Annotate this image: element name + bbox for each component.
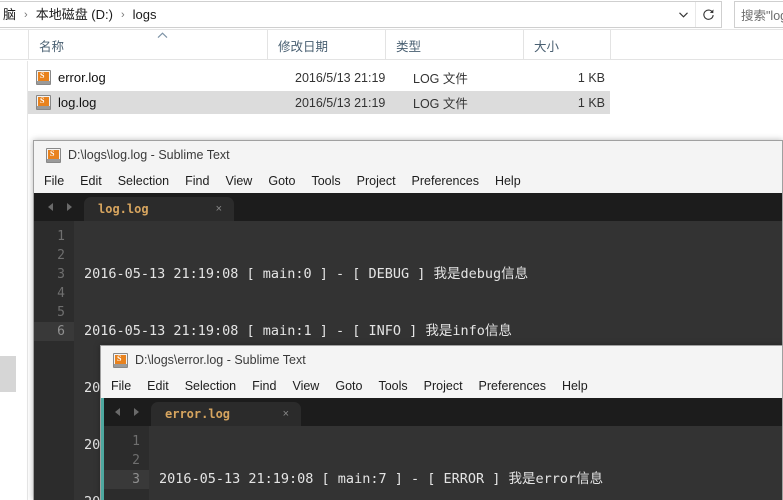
menu-item-selection[interactable]: Selection [118, 174, 169, 188]
menu-item-edit[interactable]: Edit [80, 174, 102, 188]
column-header-filler [610, 30, 783, 60]
refresh-icon[interactable] [695, 2, 721, 27]
file-name-cell[interactable]: S log.log [36, 95, 96, 110]
menu-bar: File Edit Selection Find View Goto Tools… [101, 374, 782, 398]
window-accent-edge [101, 426, 104, 500]
table-row[interactable]: S error.log 2016/5/13 21:19 LOG 文件 1 KB [28, 66, 610, 89]
tab-next-icon[interactable] [64, 202, 74, 213]
tab-nav-arrows [34, 202, 84, 221]
tab-log-log[interactable]: log.log × [84, 197, 234, 221]
tab-prev-icon[interactable] [46, 202, 56, 213]
menu-item-preferences[interactable]: Preferences [479, 379, 546, 393]
line-number: 2 [57, 248, 65, 263]
file-size-cell: 1 KB [577, 70, 605, 85]
menu-item-tools[interactable]: Tools [378, 379, 407, 393]
window-title-text: D:\logs\log.log - Sublime Text [68, 148, 230, 162]
navigation-pane-scrollbar[interactable] [0, 61, 16, 500]
code-line: 2016-05-13 21:19:08 [ main:0 ] - [ DEBUG… [84, 266, 529, 282]
menu-item-view[interactable]: View [225, 174, 252, 188]
file-date-cell: 2016/5/13 21:19 [295, 70, 386, 85]
menu-item-file[interactable]: File [44, 174, 64, 188]
line-number-gutter: 1 2 3 4 5 6 [34, 221, 74, 500]
close-icon[interactable]: × [216, 203, 222, 215]
menu-item-find[interactable]: Find [252, 379, 276, 393]
menu-item-tools[interactable]: Tools [311, 174, 340, 188]
menu-item-view[interactable]: View [292, 379, 319, 393]
window-title-bar[interactable]: S D:\logs\log.log - Sublime Text [34, 141, 782, 169]
menu-item-preferences[interactable]: Preferences [412, 174, 479, 188]
tab-prev-icon[interactable] [113, 407, 123, 418]
explorer-pane-divider [27, 61, 28, 500]
line-number: 1 [57, 229, 65, 244]
menu-item-project[interactable]: Project [424, 379, 463, 393]
scrollbar-thumb[interactable] [0, 356, 16, 392]
file-type-cell: LOG 文件 [413, 97, 468, 111]
menu-item-find[interactable]: Find [185, 174, 209, 188]
explorer-address-bar: 脑 › 本地磁盘 (D:) › logs 搜索"log [0, 0, 783, 30]
search-placeholder: 搜索"log [741, 9, 783, 23]
sublime-app-icon: S [46, 147, 61, 163]
code-editor[interactable]: 1 2 3 2016-05-13 21:19:08 [ main:7 ] - [… [101, 426, 782, 500]
address-breadcrumb-box[interactable]: 脑 › 本地磁盘 (D:) › logs [0, 1, 722, 28]
line-number: 3 [57, 267, 65, 282]
code-line: 2016-05-13 21:19:08 [ main:7 ] - [ ERROR… [159, 471, 604, 487]
screen-root: 脑 › 本地磁盘 (D:) › logs 搜索"log 名称 修改日期 类型 大… [0, 0, 783, 500]
menu-item-file[interactable]: File [111, 379, 131, 393]
window-title-text: D:\logs\error.log - Sublime Text [135, 353, 306, 367]
breadcrumb-item-logs[interactable]: logs [130, 4, 160, 26]
file-type-cell: LOG 文件 [413, 72, 468, 86]
line-number-gutter: 1 2 3 [101, 426, 149, 500]
tab-error-log[interactable]: error.log × [151, 402, 301, 426]
line-number: 2 [132, 453, 140, 468]
table-row[interactable]: S log.log 2016/5/13 21:19 LOG 文件 1 KB [28, 91, 610, 114]
breadcrumb-item-clipped[interactable]: 脑 [0, 4, 19, 26]
code-content[interactable]: 2016-05-13 21:19:08 [ main:7 ] - [ ERROR… [149, 426, 782, 500]
column-header-name[interactable]: 名称 [28, 30, 267, 60]
line-number: 1 [132, 434, 140, 449]
column-header-size[interactable]: 大小 [523, 30, 610, 60]
tab-label: log.log [98, 202, 149, 216]
tab-bar: error.log × [101, 398, 782, 426]
tab-nav-arrows [101, 407, 151, 426]
menu-item-goto[interactable]: Goto [335, 379, 362, 393]
file-size-cell: 1 KB [577, 95, 605, 110]
close-icon[interactable]: × [283, 408, 289, 420]
tab-next-icon[interactable] [131, 407, 141, 418]
menu-item-help[interactable]: Help [495, 174, 521, 188]
menu-item-selection[interactable]: Selection [185, 379, 236, 393]
line-number: 4 [57, 286, 65, 301]
window-title-bar[interactable]: S D:\logs\error.log - Sublime Text [101, 346, 782, 374]
window-accent-edge [101, 398, 104, 426]
menu-item-edit[interactable]: Edit [147, 379, 169, 393]
sublime-app-icon: S [113, 352, 128, 368]
file-name-label: log.log [58, 95, 97, 110]
file-date-cell: 2016/5/13 21:19 [295, 95, 386, 110]
breadcrumb: 脑 › 本地磁盘 (D:) › logs [0, 2, 671, 27]
line-number: 3 [101, 470, 149, 489]
sublime-window-error[interactable]: S D:\logs\error.log - Sublime Text File … [100, 345, 783, 500]
column-header-type[interactable]: 类型 [385, 30, 523, 60]
line-number: 5 [57, 305, 65, 320]
breadcrumb-item-drive[interactable]: 本地磁盘 (D:) [33, 4, 116, 26]
file-name-cell[interactable]: S error.log [36, 70, 106, 85]
file-name-label: error.log [58, 70, 106, 85]
code-line: 2016-05-13 21:19:08 [ main:1 ] - [ INFO … [84, 323, 512, 339]
breadcrumb-separator-1: › [24, 8, 28, 21]
log-file-icon: S [36, 70, 51, 85]
chevron-down-icon[interactable] [671, 2, 695, 27]
sort-ascending-icon [157, 32, 168, 40]
menu-item-goto[interactable]: Goto [268, 174, 295, 188]
log-file-icon: S [36, 95, 51, 110]
menu-item-project[interactable]: Project [357, 174, 396, 188]
breadcrumb-separator-2: › [120, 8, 125, 21]
tab-label: error.log [165, 407, 231, 421]
column-header-date[interactable]: 修改日期 [267, 30, 385, 60]
menu-item-help[interactable]: Help [562, 379, 588, 393]
menu-bar: File Edit Selection Find View Goto Tools… [34, 169, 782, 193]
line-number: 6 [34, 322, 74, 341]
search-input[interactable]: 搜索"log [734, 1, 783, 28]
file-list-column-headers: 名称 修改日期 类型 大小 [0, 30, 783, 60]
file-list: S error.log 2016/5/13 21:19 LOG 文件 1 KB … [0, 61, 783, 121]
tab-bar: log.log × [34, 193, 782, 221]
